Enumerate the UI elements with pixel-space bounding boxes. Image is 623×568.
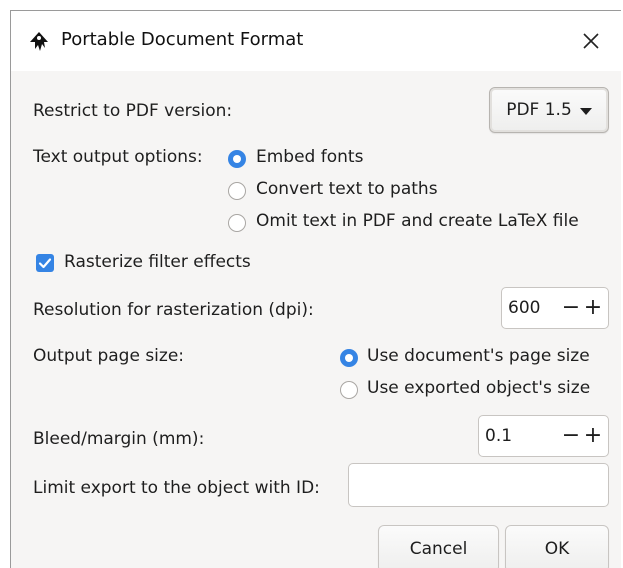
close-button[interactable] <box>575 25 607 57</box>
resolution-increment-button[interactable]: + <box>582 297 604 319</box>
radio-convert-text-to-paths[interactable] <box>228 182 246 200</box>
rasterize-label[interactable]: Rasterize filter effects <box>64 252 251 272</box>
page-size-label: Output page size: <box>33 346 185 366</box>
limit-export-label: Limit export to the object with ID: <box>33 478 320 498</box>
bleed-increment-button[interactable]: + <box>582 425 604 447</box>
inkscape-icon <box>30 32 48 51</box>
close-icon <box>583 33 599 49</box>
radio-omit-text-latex[interactable] <box>228 214 246 232</box>
pdf-version-dropdown[interactable]: PDF 1.5 <box>489 87 609 133</box>
cancel-button[interactable]: Cancel <box>378 525 499 568</box>
object-id-input[interactable] <box>348 463 609 507</box>
radio-convert-text-label[interactable]: Convert text to paths <box>256 179 438 199</box>
ok-button[interactable]: OK <box>505 525 609 568</box>
radio-document-page-size-label[interactable]: Use document's page size <box>367 346 590 366</box>
radio-embed-fonts[interactable] <box>228 150 246 168</box>
bleed-label: Bleed/margin (mm): <box>33 429 205 449</box>
radio-document-page-size[interactable] <box>340 349 358 367</box>
pdf-version-label: Restrict to PDF version: <box>33 101 233 121</box>
dialog-title: Portable Document Format <box>61 29 304 50</box>
resolution-value[interactable]: 600 <box>502 298 560 318</box>
resolution-spinbox[interactable]: 600 − + <box>501 287 609 329</box>
text-output-label: Text output options: <box>33 147 203 167</box>
bleed-spinbox[interactable]: 0.1 − + <box>478 415 609 457</box>
chevron-down-icon <box>579 107 592 115</box>
pdf-export-dialog: Portable Document Format Restrict to PDF… <box>10 10 621 568</box>
pdf-version-value: PDF 1.5 <box>506 100 572 120</box>
rasterize-checkbox[interactable] <box>36 254 54 272</box>
resolution-label: Resolution for rasterization (dpi): <box>33 300 314 320</box>
radio-exported-object-size[interactable] <box>340 381 358 399</box>
resolution-decrement-button[interactable]: − <box>560 297 582 319</box>
bleed-value[interactable]: 0.1 <box>479 426 560 446</box>
bleed-decrement-button[interactable]: − <box>560 425 582 447</box>
radio-embed-fonts-label[interactable]: Embed fonts <box>256 147 363 167</box>
check-icon <box>38 258 52 269</box>
radio-omit-text-label[interactable]: Omit text in PDF and create LaTeX file <box>256 211 579 231</box>
title-bar: Portable Document Format <box>11 11 621 71</box>
radio-exported-object-size-label[interactable]: Use exported object's size <box>367 378 590 398</box>
